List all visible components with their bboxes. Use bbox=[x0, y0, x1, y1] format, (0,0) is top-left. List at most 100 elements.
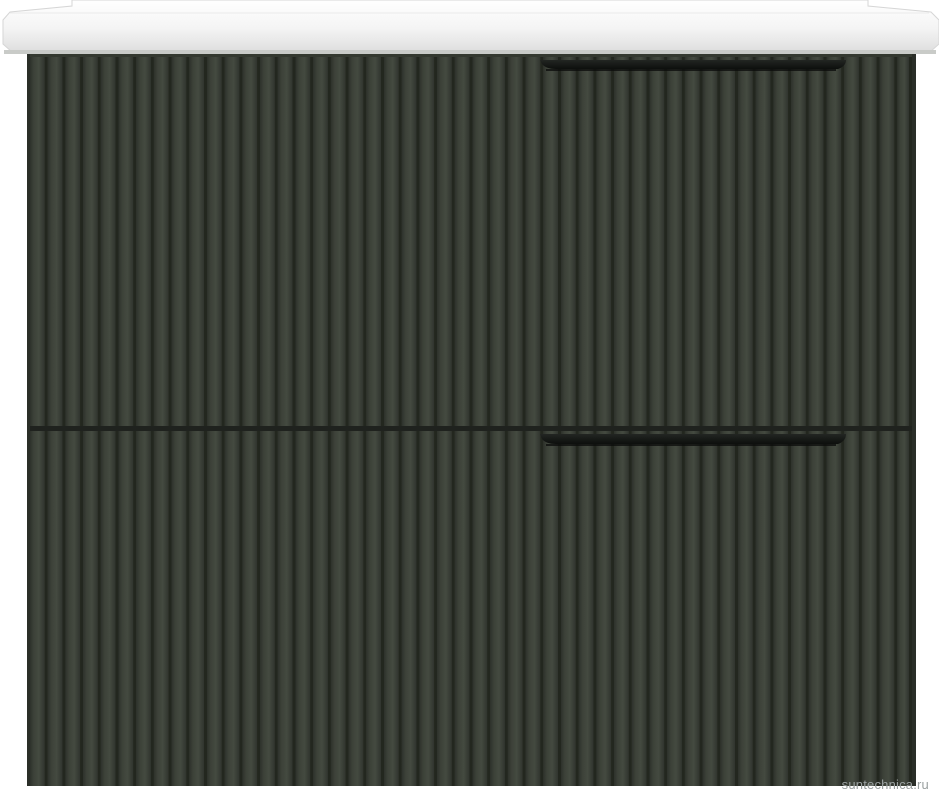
upper-drawer-groove bbox=[434, 57, 438, 426]
lower-drawer-groove bbox=[363, 431, 367, 786]
lower-drawer-rib bbox=[561, 431, 576, 786]
lower-drawer-rib bbox=[507, 431, 523, 786]
lower-drawer-groove bbox=[858, 431, 862, 786]
lower-drawer-groove bbox=[770, 431, 774, 786]
lower-drawer-rib bbox=[826, 431, 842, 786]
upper-drawer-rib bbox=[773, 57, 789, 426]
upper-drawer-groove bbox=[398, 57, 402, 426]
lower-drawer-rib bbox=[543, 431, 558, 786]
upper-drawer-rib bbox=[118, 57, 134, 426]
upper-drawer-groove bbox=[327, 57, 331, 426]
upper-drawer-groove bbox=[664, 57, 668, 426]
lower-drawer-groove bbox=[186, 431, 190, 786]
upper-drawer-groove bbox=[735, 57, 738, 426]
lower-drawer-rib bbox=[384, 431, 399, 786]
upper-drawer-groove bbox=[257, 57, 261, 426]
upper-drawer-rib bbox=[543, 57, 558, 426]
watermark-text: suntechnica.ru bbox=[841, 777, 929, 792]
upper-drawer-rib bbox=[401, 57, 417, 426]
upper-drawer-rib bbox=[649, 57, 665, 426]
lower-drawer-ribs bbox=[30, 431, 912, 786]
upper-drawer-rib bbox=[295, 57, 311, 426]
upper-drawer-rib bbox=[242, 57, 258, 426]
lower-drawer-rib bbox=[454, 431, 470, 786]
lower-drawer-rib bbox=[667, 431, 682, 786]
upper-drawer-groove bbox=[62, 57, 66, 426]
upper-drawer-rib bbox=[826, 57, 842, 426]
lower-drawer-groove bbox=[168, 431, 172, 786]
upper-drawer-rib bbox=[348, 57, 364, 426]
upper-drawer-ribs bbox=[30, 57, 912, 426]
lower-drawer-rib bbox=[578, 431, 594, 786]
upper-drawer-handle bbox=[540, 60, 846, 71]
lower-drawer-rib bbox=[189, 431, 204, 786]
lower-drawer-groove bbox=[62, 431, 66, 786]
lower-drawer-rib bbox=[153, 431, 169, 786]
lower-drawer-rib bbox=[47, 431, 63, 786]
lower-drawer-handle bbox=[540, 434, 846, 446]
lower-drawer-rib bbox=[242, 431, 258, 786]
basin-bottom-shadow bbox=[4, 50, 936, 54]
right-edge bbox=[912, 54, 916, 786]
lower-drawer-groove bbox=[398, 431, 402, 786]
lower-drawer-rib bbox=[30, 431, 45, 786]
lower-drawer-rib bbox=[649, 431, 665, 786]
lower-drawer-groove bbox=[221, 431, 225, 786]
lower-drawer-rib bbox=[702, 431, 718, 786]
lower-drawer-groove bbox=[699, 431, 703, 786]
lower-drawer-groove bbox=[646, 431, 650, 786]
upper-drawer-groove bbox=[681, 57, 685, 426]
upper-drawer-rib bbox=[667, 57, 682, 426]
lower-drawer-groove bbox=[717, 431, 721, 786]
upper-drawer-groove bbox=[292, 57, 296, 426]
upper-drawer-groove bbox=[558, 57, 561, 426]
upper-drawer-rib bbox=[313, 57, 328, 426]
upper-drawer-groove bbox=[611, 57, 615, 426]
upper-drawer-rib bbox=[330, 57, 346, 426]
lower-drawer-rib bbox=[614, 431, 629, 786]
upper-drawer-groove bbox=[239, 57, 243, 426]
lower-drawer-groove bbox=[752, 431, 756, 786]
upper-drawer-rib bbox=[738, 57, 753, 426]
upper-drawer-groove bbox=[770, 57, 774, 426]
upper-drawer-rib bbox=[153, 57, 169, 426]
left-edge bbox=[27, 54, 30, 786]
lower-drawer-groove bbox=[628, 431, 632, 786]
upper-drawer-groove bbox=[646, 57, 650, 426]
lower-drawer-rib bbox=[879, 431, 895, 786]
upper-drawer-groove bbox=[699, 57, 703, 426]
upper-drawer-groove bbox=[593, 57, 597, 426]
lower-drawer-groove bbox=[540, 431, 544, 786]
lower-drawer-rib bbox=[295, 431, 311, 786]
upper-drawer-groove bbox=[469, 57, 473, 426]
basin-body bbox=[2, 0, 939, 53]
lower-drawer-rib bbox=[136, 431, 151, 786]
upper-drawer-groove bbox=[752, 57, 756, 426]
upper-drawer-rib bbox=[844, 57, 859, 426]
lower-drawer-rib bbox=[83, 431, 98, 786]
lower-drawer-groove bbox=[522, 431, 526, 786]
lower-drawer-rib bbox=[277, 431, 293, 786]
upper-drawer bbox=[27, 57, 916, 431]
lower-drawer-groove bbox=[504, 431, 508, 786]
upper-drawer-rib bbox=[224, 57, 240, 426]
lower-drawer-rib bbox=[260, 431, 275, 786]
lower-drawer-rib bbox=[631, 431, 647, 786]
upper-drawer-groove bbox=[186, 57, 190, 426]
lower-drawer-groove bbox=[310, 431, 314, 786]
upper-drawer-rib bbox=[171, 57, 187, 426]
upper-drawer-groove bbox=[487, 57, 491, 426]
upper-drawer-rib bbox=[65, 57, 81, 426]
lower-drawer-groove bbox=[469, 431, 473, 786]
upper-drawer-groove bbox=[909, 57, 912, 426]
lower-drawer-rib bbox=[313, 431, 328, 786]
lower-drawer-groove bbox=[841, 431, 845, 786]
lower-drawer-groove bbox=[133, 431, 137, 786]
lower-drawer-groove bbox=[894, 431, 898, 786]
lower-drawer-rib bbox=[773, 431, 789, 786]
upper-drawer-groove bbox=[841, 57, 845, 426]
upper-drawer-rib bbox=[879, 57, 895, 426]
lower-drawer-rib bbox=[791, 431, 806, 786]
upper-drawer-rib bbox=[277, 57, 293, 426]
upper-drawer-groove bbox=[133, 57, 137, 426]
